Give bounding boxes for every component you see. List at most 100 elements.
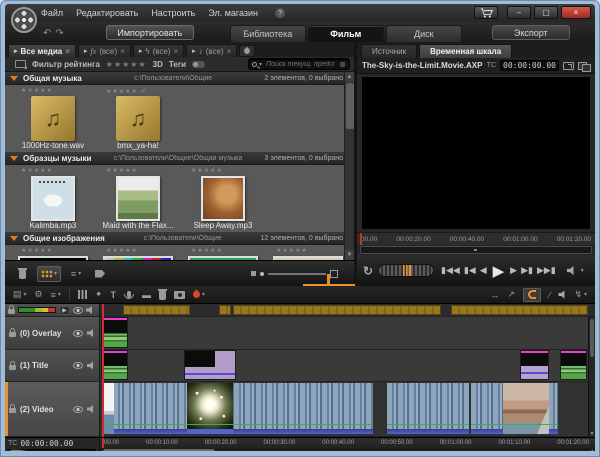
section-header-common-music[interactable]: Общая музыка c:\Пользователи\Общие 2 эле… — [5, 72, 348, 85]
media-item[interactable]: ★★★★★ — [98, 247, 178, 260]
shuttle-wheel[interactable] — [378, 264, 434, 277]
scrollbar-thumb[interactable] — [346, 83, 354, 129]
scorefitter-button[interactable]: ✦ — [95, 289, 103, 300]
dynamic-length-button[interactable]: ↗ — [507, 289, 515, 300]
close-button[interactable]: × — [561, 6, 591, 19]
rating-filter-label[interactable]: Фильтр рейтинга — [32, 60, 100, 69]
scroll-down-icon[interactable]: ▼ — [589, 431, 595, 437]
lock-icon[interactable] — [9, 332, 16, 337]
redo-button[interactable]: ↷ — [55, 28, 63, 39]
track-header[interactable]: (0) Overlay — [5, 317, 100, 350]
tag-button[interactable] — [91, 266, 109, 282]
lock-icon[interactable] — [8, 309, 15, 314]
close-tab-icon[interactable]: × — [65, 47, 70, 56]
3d-filter-label[interactable]: 3D — [153, 60, 163, 69]
navigator-segment[interactable] — [233, 305, 441, 315]
thumbnail-zoom-slider[interactable] — [251, 270, 338, 278]
item-rating-stars[interactable]: ★★★★★ — [21, 87, 53, 96]
create-title-button[interactable]: T — [110, 290, 116, 300]
video-clip-firework[interactable] — [187, 383, 233, 434]
tags-filter-label[interactable]: Теги — [169, 60, 186, 69]
tab-timeline-preview[interactable]: Временная шкала — [419, 44, 512, 58]
store-cart-button[interactable] — [474, 6, 498, 19]
section-header-music-samples[interactable]: Образцы музыки c:\Пользователи\Общие\Общ… — [5, 152, 348, 165]
library-tab-all-media[interactable]: ▸ Все медиа × — [8, 44, 76, 57]
item-rating-stars[interactable]: ★★★★★ — [191, 247, 223, 256]
slider-track[interactable] — [268, 273, 326, 275]
list-view-button[interactable]: ≡▾ — [67, 266, 85, 282]
timeline-horizontal-scrollbar[interactable]: ◢ — [100, 448, 595, 451]
media-item[interactable]: ★★★★★ — [13, 247, 93, 260]
help-icon[interactable]: ? — [275, 8, 285, 18]
magnet-snap-button[interactable] — [523, 288, 541, 302]
eye-icon[interactable] — [73, 362, 83, 369]
menu-setup[interactable]: Настроить — [151, 8, 195, 18]
audio-scrub-button[interactable] — [558, 291, 566, 299]
timeline-ruler[interactable]: 00.00 00:00:10.00 00:00:20.00 00:00:30.0… — [100, 438, 595, 448]
preview-seekbar[interactable] — [360, 246, 592, 254]
razor-button[interactable]: ▬ — [142, 290, 151, 300]
title-clip[interactable] — [185, 351, 235, 379]
resize-grip-icon[interactable]: ◢ — [587, 447, 593, 451]
tags-toggle[interactable] — [192, 61, 205, 68]
media-item[interactable]: ★★★★★ ✓ ♫ bmx_ya-ha! — [98, 87, 178, 152]
loop-button[interactable]: ↻ — [363, 264, 373, 278]
keyframe-line-button[interactable]: ∕ — [549, 290, 551, 300]
video-clip-start[interactable] — [103, 383, 114, 434]
timeline-vertical-scrollbar[interactable]: ▼ — [588, 317, 595, 437]
play-button[interactable]: ▶ — [493, 262, 505, 280]
item-rating-stars[interactable]: ★★★★★ — [191, 167, 223, 176]
library-scrollbar[interactable]: ▲ ▼ — [344, 72, 354, 260]
scroll-down-icon[interactable]: ▼ — [345, 250, 355, 260]
new-tab-button[interactable] — [239, 45, 255, 57]
timeline-playhead[interactable] — [102, 304, 104, 437]
timeline-zoom-indicator[interactable]: 29% — [8, 449, 96, 451]
tab-source[interactable]: Источник — [361, 44, 417, 58]
eye-icon[interactable] — [73, 406, 83, 413]
undo-button[interactable]: ↶ — [43, 28, 51, 39]
media-item[interactable]: ★★★★★ Kalimba.mp3 — [13, 167, 93, 232]
tab-library[interactable]: Библиотека — [230, 25, 306, 42]
section-header-common-images[interactable]: Общие изображения c:\Пользователи\Общие … — [5, 232, 348, 245]
grid-view-button[interactable]: ▾ — [37, 266, 61, 282]
video-screen[interactable] — [362, 77, 590, 229]
voiceover-button[interactable] — [124, 291, 134, 298]
lock-icon[interactable] — [9, 408, 16, 413]
item-rating-stars[interactable]: ★★★★★ — [21, 247, 53, 256]
overlay-clip[interactable] — [102, 318, 127, 347]
delete-button[interactable] — [13, 266, 31, 282]
go-to-start-button[interactable]: ▮◀◀ — [441, 265, 460, 276]
volume-caret-icon[interactable]: ▾ — [581, 267, 584, 274]
zoom-out-icon[interactable] — [251, 271, 256, 276]
audio-mixer-button[interactable] — [78, 290, 87, 299]
media-item[interactable]: ★★★★★ Maid with the Flax... — [98, 167, 178, 232]
track-size-button[interactable]: ≡▾ — [51, 290, 61, 300]
track-header[interactable]: (1) Title — [5, 350, 100, 382]
dual-display-icon[interactable] — [578, 62, 590, 70]
title-clip[interactable] — [561, 351, 586, 379]
menu-edit[interactable]: Редактировать — [76, 8, 138, 18]
play-forward-button[interactable]: ▶ — [510, 265, 517, 276]
rating-stars[interactable]: ★★★★★ — [106, 60, 147, 69]
media-item[interactable]: ★★★★★ Sleep Away.mp3 — [183, 167, 263, 232]
library-tab-effects[interactable]: ▸ fx (все) × — [78, 44, 131, 57]
play-reverse-button[interactable]: ◀ — [480, 265, 487, 276]
expand-navigator-icon[interactable]: ▶ — [59, 306, 70, 315]
library-tab-transitions[interactable]: ▸ ϟ (все) × — [133, 44, 184, 57]
speaker-icon[interactable] — [87, 362, 95, 370]
tab-movie[interactable]: Фильм — [308, 25, 384, 42]
gear-button[interactable]: ⚙ — [35, 289, 43, 300]
minimize-button[interactable]: – — [507, 6, 531, 19]
close-tab-icon[interactable]: × — [120, 47, 125, 56]
eye-icon[interactable] — [73, 330, 83, 337]
video-clip[interactable] — [387, 383, 469, 434]
navigator-segment[interactable] — [219, 305, 231, 315]
preview-ruler[interactable]: 00.00 00:00:20.00 00:00:40.00 00:01:00.0… — [357, 232, 595, 245]
track-content[interactable] — [100, 382, 595, 437]
trim-mode-button[interactable]: ↔ — [490, 290, 499, 300]
navigator-segment[interactable] — [123, 305, 190, 315]
track-content[interactable] — [100, 317, 595, 350]
scrollbar-thumb[interactable] — [103, 449, 215, 451]
search-clear-icon[interactable]: ⊗ — [339, 60, 346, 69]
close-tab-icon[interactable]: × — [227, 47, 232, 56]
